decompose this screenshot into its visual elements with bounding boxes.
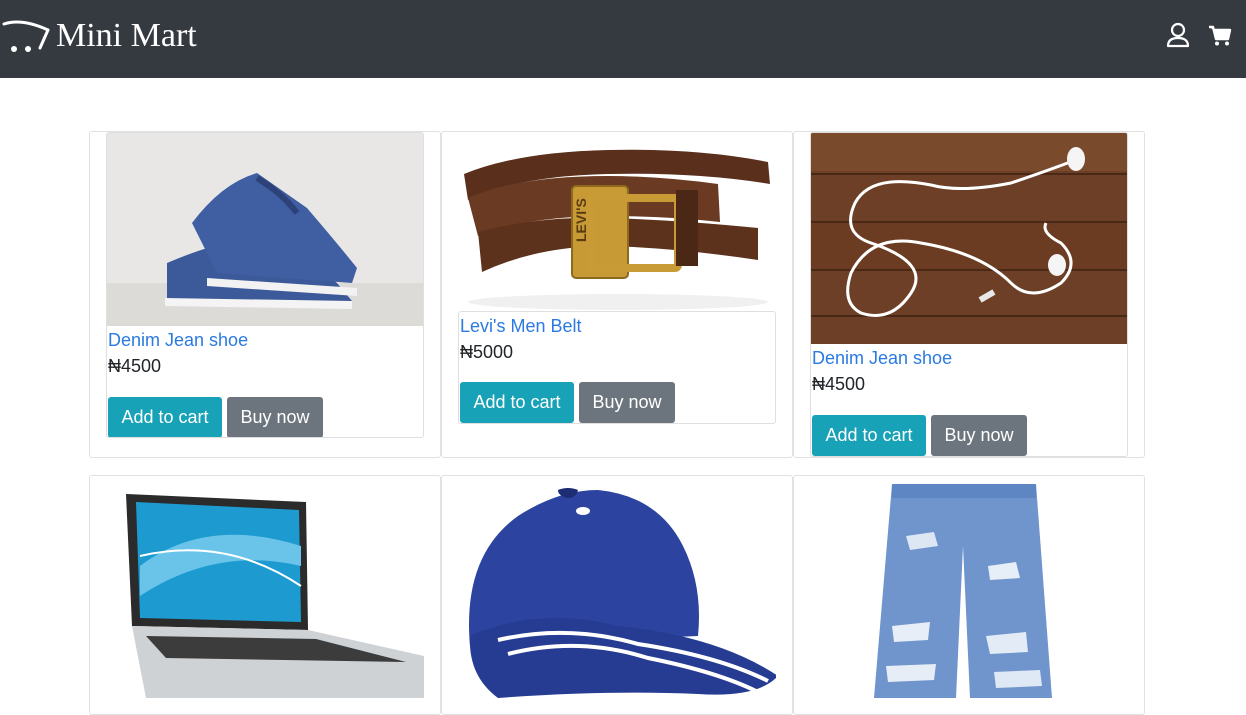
product-image-laptop[interactable] [106, 476, 424, 698]
buy-now-button[interactable]: Buy now [227, 397, 323, 437]
product-column [89, 475, 441, 715]
product-image-earphones[interactable] [811, 133, 1127, 344]
buy-now-button[interactable]: Buy now [579, 382, 675, 423]
brand-name: Mini Mart [56, 17, 197, 54]
product-image-cap[interactable] [458, 476, 776, 698]
add-to-cart-button[interactable]: Add to cart [812, 415, 926, 456]
svg-text:LEVI'S: LEVI'S [573, 198, 589, 242]
product-image-jeans[interactable] [810, 476, 1128, 698]
product-column: Levi's Men Belt ₦5000 Add to cart Buy no… [441, 131, 793, 458]
brand-link[interactable]: Mini Mart [2, 16, 197, 56]
product-column: Denim Jean shoe ₦4500 Add to cart Buy no… [89, 131, 441, 458]
shopping-cart-icon[interactable] [1208, 22, 1232, 48]
product-price: ₦5000 [460, 342, 514, 362]
add-to-cart-button[interactable]: Add to cart [108, 397, 222, 437]
product-card: Denim Jean shoe ₦4500 Add to cart Buy no… [810, 132, 1128, 457]
buy-now-button[interactable]: Buy now [931, 415, 1027, 456]
product-column [441, 475, 793, 715]
user-icon[interactable] [1166, 22, 1190, 48]
product-price: ₦4500 [108, 356, 162, 376]
product-price: ₦4500 [812, 374, 866, 394]
navbar: Mini Mart [0, 0, 1246, 78]
product-image-belt[interactable]: LEVI'S [458, 132, 776, 310]
product-column: Denim Jean shoe ₦4500 Add to cart Buy no… [793, 131, 1145, 458]
product-name-link[interactable]: Denim Jean shoe [812, 347, 952, 369]
product-card: Levi's Men Belt ₦5000 Add to cart Buy no… [458, 311, 776, 424]
cart-logo-icon [2, 20, 50, 52]
product-column [793, 475, 1145, 715]
product-image-shoe[interactable] [107, 133, 423, 326]
product-name-link[interactable]: Levi's Men Belt [460, 315, 582, 337]
product-card: Denim Jean shoe ₦4500 Add to cart Buy no… [106, 132, 424, 438]
product-name-link[interactable]: Denim Jean shoe [108, 329, 248, 351]
add-to-cart-button[interactable]: Add to cart [460, 382, 574, 423]
